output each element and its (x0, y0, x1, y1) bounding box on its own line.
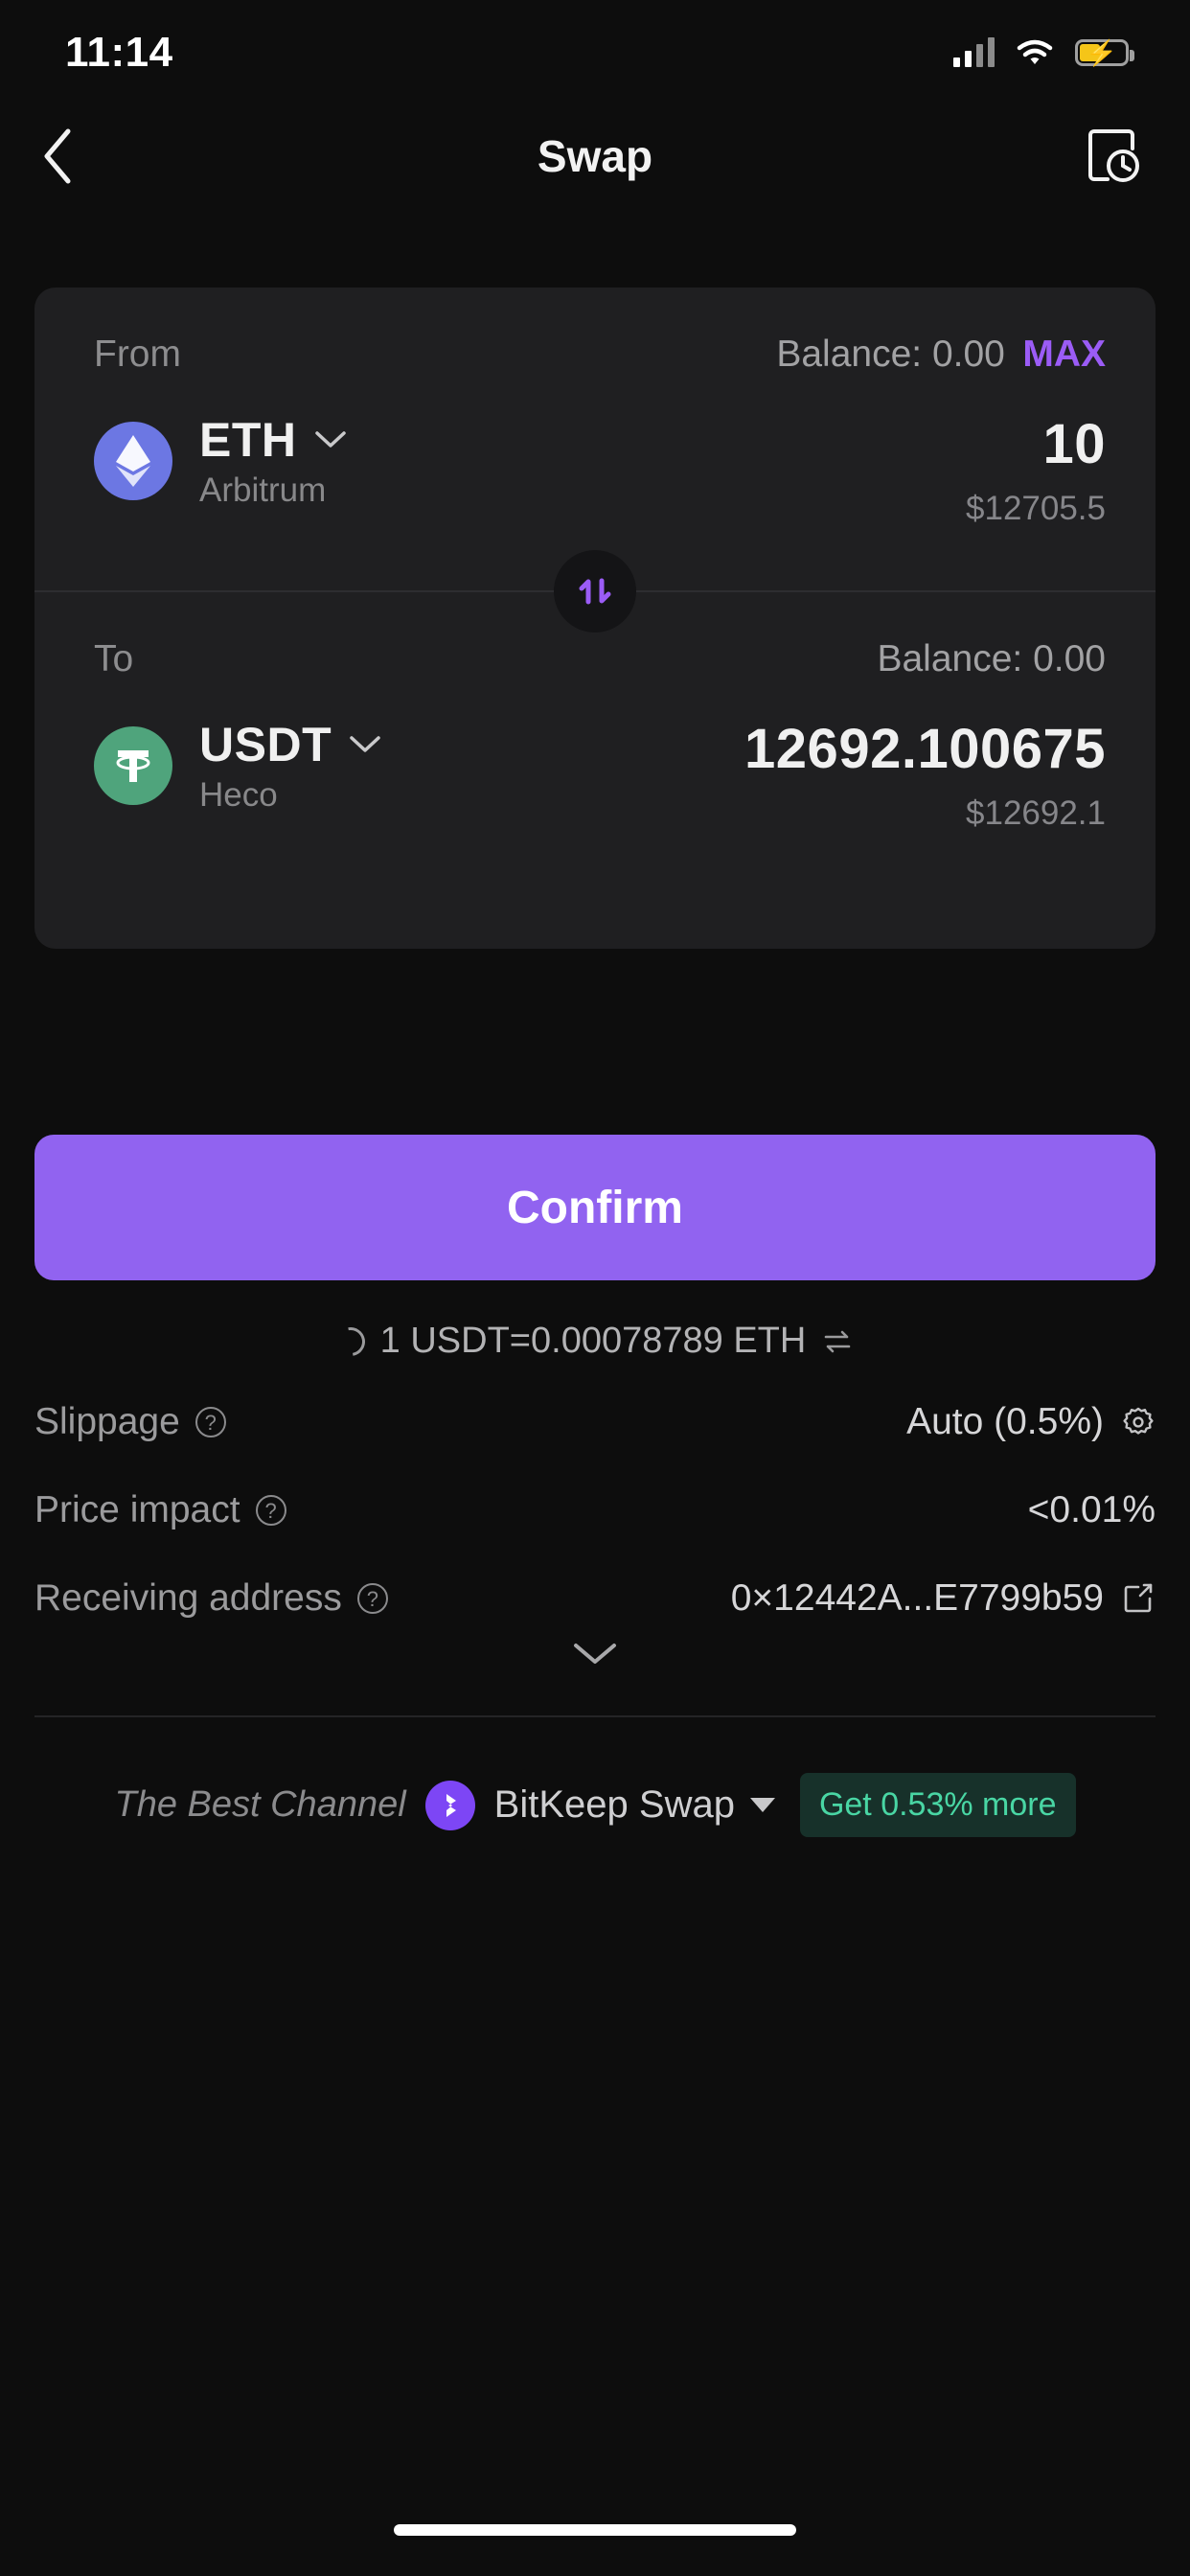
to-card: To Balance: 0.00 USDT Heco 12692.100675 … (34, 592, 1156, 949)
wifi-icon (1017, 39, 1053, 64)
gear-icon[interactable] (1121, 1405, 1156, 1439)
to-label: To (94, 638, 134, 679)
ethereum-icon (94, 422, 172, 500)
from-header-row: From Balance: 0.00 MAX (94, 334, 1106, 376)
price-impact-row[interactable]: Price impact ? <0.01% (34, 1466, 1156, 1554)
history-clock-icon (1088, 128, 1139, 182)
from-token-row: ETH Arbitrum 10 $12705.5 (94, 412, 1106, 528)
receiving-address-value-group: 0×12442A...E7799b59 (731, 1577, 1156, 1620)
from-card: From Balance: 0.00 MAX ETH Arbitrum 10 $… (34, 288, 1156, 590)
detail-rows: Slippage ? Auto (0.5%) Price impact ? <0… (34, 1378, 1156, 1643)
best-channel-row: The Best Channel BitKeep Swap Get 0.53% … (0, 1773, 1190, 1837)
status-bar: 11:14 ⚡ (0, 0, 1190, 105)
from-token-meta: ETH Arbitrum (199, 412, 347, 510)
status-icon-group: ⚡ (953, 37, 1134, 67)
max-button[interactable]: MAX (1022, 334, 1106, 375)
nav-bar: Swap (0, 105, 1190, 206)
receiving-address-value: 0×12442A...E7799b59 (730, 1577, 1104, 1619)
charging-bolt-glyph: ⚡ (1086, 38, 1118, 67)
swap-horizontal-arrows-icon[interactable] (821, 1325, 854, 1358)
to-token-row: USDT Heco 12692.100675 $12692.1 (94, 717, 1106, 833)
slippage-label-group: Slippage ? (34, 1401, 226, 1443)
to-amount-group: 12692.100675 $12692.1 (744, 717, 1106, 833)
chevron-left-icon (44, 128, 71, 183)
confirm-button[interactable]: Confirm (34, 1135, 1156, 1280)
to-token-selector[interactable]: USDT Heco (94, 717, 381, 815)
price-impact-label: Price impact (34, 1489, 240, 1530)
slippage-value-group: Auto (0.5%) (906, 1401, 1156, 1443)
receiving-address-label-group: Receiving address ? (34, 1577, 388, 1620)
home-indicator (394, 2524, 796, 2536)
chevron-down-icon[interactable] (349, 734, 381, 755)
to-balance-label: Balance: 0.00 (877, 638, 1106, 679)
receiving-address-label: Receiving address (34, 1577, 342, 1619)
from-token-network: Arbitrum (199, 472, 327, 509)
loading-spinner-icon (330, 1321, 371, 1362)
swap-vertical-arrows-icon (579, 578, 611, 605)
back-button[interactable] (25, 123, 92, 190)
caret-down-icon[interactable] (749, 1798, 775, 1812)
best-channel-name[interactable]: BitKeep Swap (494, 1783, 735, 1827)
from-token-selector[interactable]: ETH Arbitrum (94, 412, 347, 510)
from-balance-group: Balance: 0.00 MAX (776, 334, 1106, 376)
exchange-rate-text: 1 USDT=0.00078789 ETH (379, 1321, 807, 1361)
from-balance-label: Balance: 0.00 (776, 334, 1005, 375)
page-title: Swap (537, 130, 653, 181)
slippage-value: Auto (0.5%) (906, 1401, 1104, 1442)
slippage-row[interactable]: Slippage ? Auto (0.5%) (34, 1378, 1156, 1466)
cellular-signal-icon (953, 37, 995, 67)
question-mark-icon[interactable]: ? (255, 1495, 286, 1526)
slippage-label: Slippage (34, 1401, 180, 1442)
history-button[interactable] (1083, 126, 1144, 187)
to-token-network: Heco (199, 776, 278, 814)
price-impact-value: <0.01% (1027, 1489, 1156, 1530)
to-amount-usd: $12692.1 (966, 794, 1106, 832)
get-more-badge: Get 0.53% more (799, 1773, 1076, 1837)
exchange-rate-row: 1 USDT=0.00078789 ETH (0, 1321, 1190, 1362)
to-token-symbol: USDT (199, 718, 332, 771)
swap-screen: 11:14 ⚡ Swap From Balance: 0.00 MAX ETH … (0, 0, 1190, 2576)
chevron-down-icon (574, 1644, 616, 1664)
section-divider (34, 1715, 1156, 1717)
price-impact-label-group: Price impact ? (34, 1489, 286, 1531)
status-time: 11:14 (65, 29, 173, 76)
tether-icon (94, 726, 172, 805)
battery-charging-icon: ⚡ (1075, 38, 1134, 67)
best-channel-label: The Best Channel (114, 1784, 406, 1825)
edit-square-icon[interactable] (1121, 1581, 1156, 1616)
question-mark-icon[interactable]: ? (195, 1407, 226, 1438)
expand-details-button[interactable] (561, 1629, 629, 1677)
to-token-meta: USDT Heco (199, 717, 381, 815)
to-amount-output[interactable]: 12692.100675 (744, 717, 1106, 781)
from-label: From (94, 334, 181, 375)
to-header-row: To Balance: 0.00 (94, 638, 1106, 680)
from-amount-input[interactable]: 10 (1042, 412, 1106, 476)
from-amount-usd: $12705.5 (966, 490, 1106, 527)
price-impact-value-group: <0.01% (1028, 1489, 1156, 1531)
chevron-down-icon[interactable] (314, 429, 347, 450)
question-mark-icon[interactable]: ? (356, 1583, 388, 1614)
bitkeep-logo-icon (424, 1780, 475, 1830)
from-amount-group: 10 $12705.5 (966, 412, 1106, 528)
swap-direction-button[interactable] (554, 550, 636, 632)
from-token-symbol: ETH (199, 413, 297, 467)
